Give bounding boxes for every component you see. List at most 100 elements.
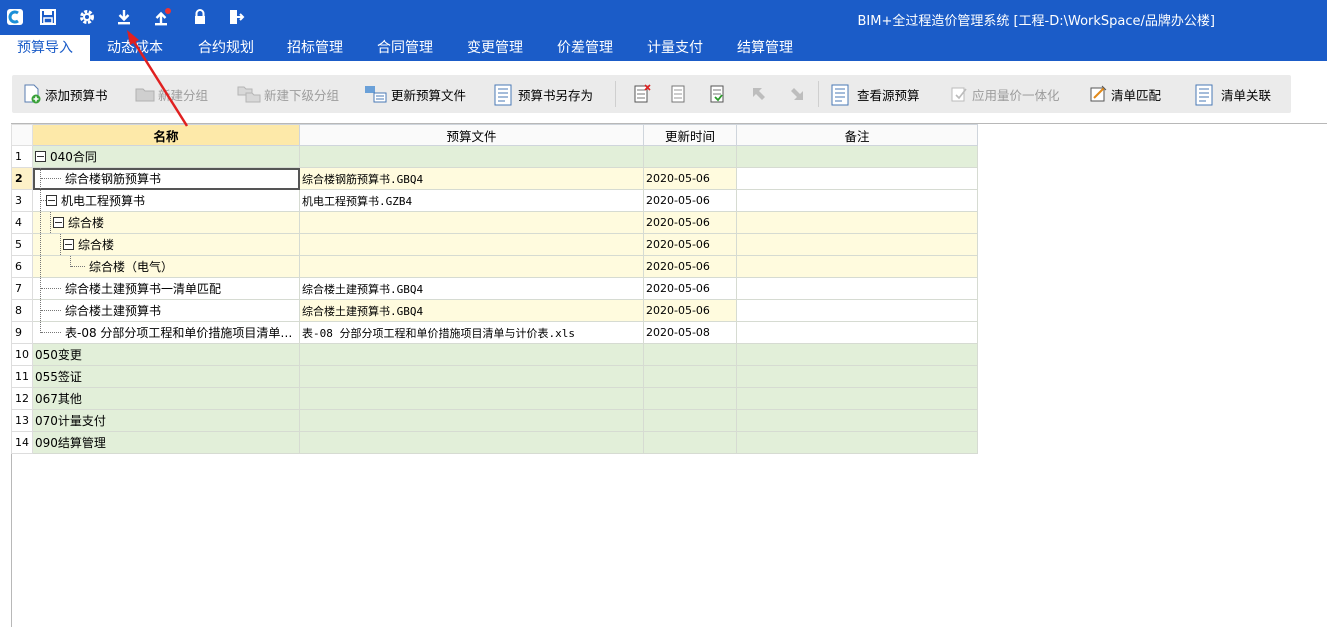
collapse-icon[interactable] <box>63 239 74 250</box>
list-match-button[interactable]: 清单匹配 <box>1088 83 1161 105</box>
table-row[interactable]: 8 综合楼土建预算书 综合楼土建预算书.GBQ4 2020-05-06 <box>11 299 978 322</box>
date-cell[interactable] <box>643 365 737 388</box>
column-header-file[interactable]: 预算文件 <box>299 124 644 146</box>
tab-budget-import[interactable]: 预算导入 <box>0 35 90 61</box>
move-down-icon-button[interactable] <box>708 83 731 105</box>
date-cell[interactable]: 2020-05-08 <box>643 321 737 344</box>
name-cell[interactable]: 055签证 <box>32 365 300 388</box>
table-row[interactable]: 5 综合楼 2020-05-06 <box>11 233 978 256</box>
note-cell[interactable] <box>736 321 978 344</box>
exit-icon[interactable] <box>225 6 247 28</box>
note-cell[interactable] <box>736 343 978 366</box>
date-cell[interactable]: 2020-05-06 <box>643 167 737 190</box>
date-cell[interactable] <box>643 343 737 366</box>
settings-gear-icon[interactable] <box>76 6 98 28</box>
tab-change-management[interactable]: 变更管理 <box>467 35 523 61</box>
app-logo-icon[interactable] <box>4 6 26 28</box>
note-cell[interactable] <box>736 365 978 388</box>
note-cell[interactable] <box>736 277 978 300</box>
table-row[interactable]: 1 040合同 <box>11 145 978 168</box>
tab-price-diff[interactable]: 价差管理 <box>557 35 613 61</box>
note-cell[interactable] <box>736 409 978 432</box>
file-cell[interactable] <box>299 343 644 366</box>
table-row[interactable]: 13 070计量支付 <box>11 409 978 432</box>
new-subgroup-button[interactable]: 新建下级分组 <box>237 83 339 105</box>
table-row[interactable]: 14 090结算管理 <box>11 431 978 454</box>
tab-contract-planning[interactable]: 合约规划 <box>198 35 254 61</box>
name-cell[interactable]: 综合楼钢筋预算书 <box>32 167 300 190</box>
lock-icon[interactable] <box>189 6 211 28</box>
name-cell[interactable]: 综合楼 <box>32 211 300 234</box>
file-cell[interactable] <box>299 365 644 388</box>
name-cell[interactable]: 综合楼土建预算书 <box>32 299 300 322</box>
collapse-icon[interactable] <box>35 151 46 162</box>
note-cell[interactable] <box>736 387 978 410</box>
date-cell[interactable] <box>643 431 737 454</box>
file-cell[interactable]: 机电工程预算书.GZB4 <box>299 189 644 212</box>
tab-dynamic-cost[interactable]: 动态成本 <box>107 35 163 61</box>
name-cell[interactable]: 090结算管理 <box>32 431 300 454</box>
file-cell[interactable] <box>299 431 644 454</box>
note-cell[interactable] <box>736 211 978 234</box>
note-cell[interactable] <box>736 299 978 322</box>
date-cell[interactable]: 2020-05-06 <box>643 211 737 234</box>
note-cell[interactable] <box>736 255 978 278</box>
add-budget-button[interactable]: 添加预算书 <box>22 83 108 105</box>
date-cell[interactable] <box>643 387 737 410</box>
file-cell[interactable] <box>299 145 644 168</box>
file-cell[interactable]: 综合楼土建预算书.GBQ4 <box>299 299 644 322</box>
note-cell[interactable] <box>736 431 978 454</box>
list-link-button[interactable]: 清单关联 <box>1194 83 1271 106</box>
save-icon[interactable] <box>37 6 59 28</box>
table-row[interactable]: 12 067其他 <box>11 387 978 410</box>
name-cell[interactable]: 综合楼 <box>32 233 300 256</box>
file-cell[interactable] <box>299 387 644 410</box>
file-cell[interactable]: 综合楼土建预算书.GBQ4 <box>299 277 644 300</box>
name-cell[interactable]: 机电工程预算书 <box>32 189 300 212</box>
table-row[interactable]: 3 机电工程预算书 机电工程预算书.GZB4 2020-05-06 <box>11 189 978 212</box>
name-cell[interactable]: 070计量支付 <box>32 409 300 432</box>
view-source-budget-button[interactable]: 查看源预算 <box>830 83 920 106</box>
table-row[interactable]: 4 综合楼 2020-05-06 <box>11 211 978 234</box>
name-cell[interactable]: 067其他 <box>32 387 300 410</box>
update-budget-file-button[interactable]: 更新预算文件 <box>364 83 466 105</box>
file-cell[interactable] <box>299 233 644 256</box>
upload-icon[interactable] <box>151 6 173 28</box>
table-row[interactable]: 7 综合楼土建预算书一清单匹配 综合楼土建预算书.GBQ4 2020-05-06 <box>11 277 978 300</box>
tab-bidding[interactable]: 招标管理 <box>287 35 343 61</box>
tab-settlement[interactable]: 结算管理 <box>737 35 793 61</box>
date-cell[interactable] <box>643 409 737 432</box>
table-row[interactable]: 10 050变更 <box>11 343 978 366</box>
date-cell[interactable]: 2020-05-06 <box>643 299 737 322</box>
date-cell[interactable]: 2020-05-06 <box>643 277 737 300</box>
name-cell[interactable]: 综合楼（电气） <box>32 255 300 278</box>
apply-qty-price-button[interactable]: 应用量价一体化 <box>949 83 1060 105</box>
tab-measure-payment[interactable]: 计量支付 <box>647 35 703 61</box>
file-cell[interactable]: 表-08 分部分项工程和单价措施项目清单与计价表.xls <box>299 321 644 344</box>
note-cell[interactable] <box>736 233 978 256</box>
date-cell[interactable]: 2020-05-06 <box>643 189 737 212</box>
collapse-icon[interactable] <box>46 195 57 206</box>
file-cell[interactable] <box>299 409 644 432</box>
save-budget-as-button[interactable]: 预算书另存为 <box>493 83 593 106</box>
date-cell[interactable]: 2020-05-06 <box>643 233 737 256</box>
tab-contract-management[interactable]: 合同管理 <box>377 35 433 61</box>
column-header-note[interactable]: 备注 <box>736 124 978 146</box>
note-cell[interactable] <box>736 145 978 168</box>
name-cell[interactable]: 050变更 <box>32 343 300 366</box>
table-row[interactable]: 6 综合楼（电气） 2020-05-06 <box>11 255 978 278</box>
date-cell[interactable] <box>643 145 737 168</box>
download-icon[interactable] <box>113 6 135 28</box>
name-cell[interactable]: 综合楼土建预算书一清单匹配 <box>32 277 300 300</box>
column-header-name[interactable]: 名称 <box>32 124 300 146</box>
note-cell[interactable] <box>736 167 978 190</box>
new-group-button[interactable]: 新建分组 <box>135 83 208 105</box>
delete-row-icon-button[interactable] <box>632 83 655 105</box>
name-cell[interactable]: 表-08 分部分项工程和单价措施项目清单… <box>32 321 300 344</box>
table-row[interactable]: 11 055签证 <box>11 365 978 388</box>
move-up-left-icon-button[interactable] <box>749 83 772 105</box>
column-header-updated[interactable]: 更新时间 <box>643 124 737 146</box>
table-row[interactable]: 2 综合楼钢筋预算书 综合楼钢筋预算书.GBQ4 2020-05-06 <box>11 167 978 190</box>
insert-row-icon-button[interactable] <box>669 83 692 105</box>
name-cell[interactable]: 040合同 <box>32 145 300 168</box>
